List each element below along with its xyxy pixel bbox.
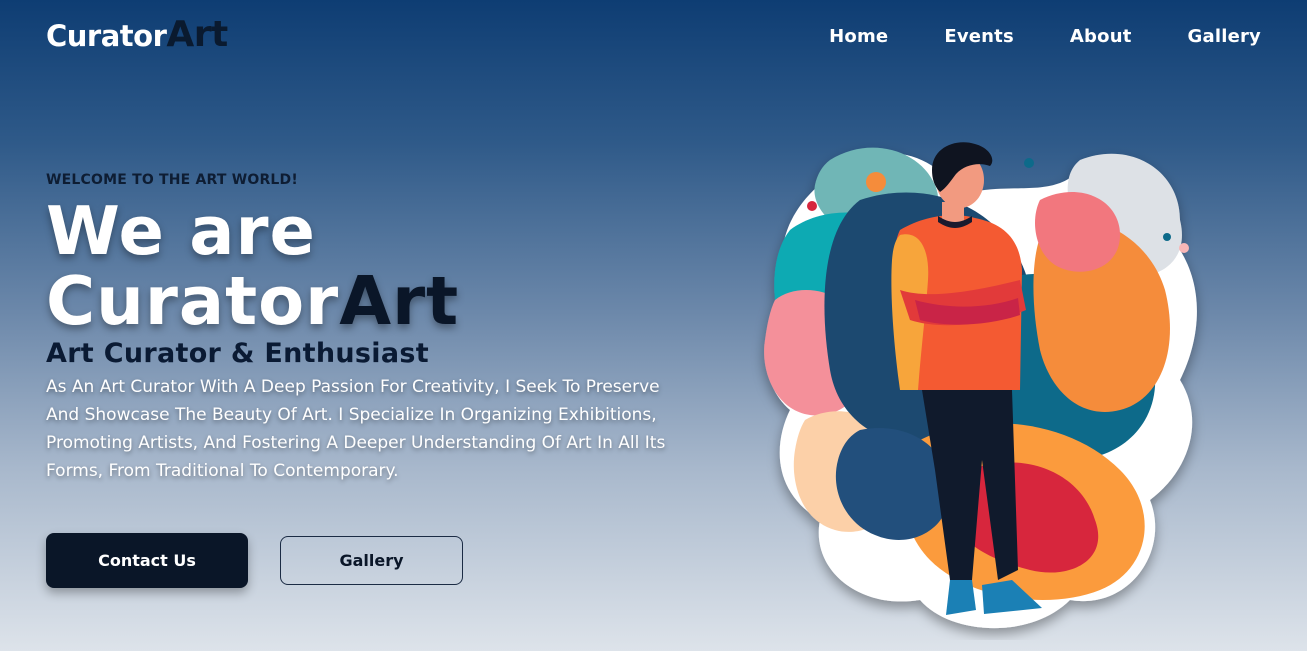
hero-section: WELCOME TO THE ART WORLD! We are Curator… [46, 172, 686, 485]
decor-dot [1163, 233, 1171, 241]
nav-link-events[interactable]: Events [944, 26, 1014, 47]
main-nav: Home Events About Gallery [829, 26, 1261, 47]
man-with-colorful-abstract-shapes-illustration [764, 142, 1197, 629]
nav-link-home[interactable]: Home [829, 26, 888, 47]
hero-headline: We are CuratorArt [46, 196, 686, 336]
brand-logo-part1: Curator [46, 19, 167, 53]
hero-subtitle: Art Curator & Enthusiast [46, 338, 429, 369]
contact-us-button[interactable]: Contact Us [46, 533, 248, 588]
hero-headline-line2-part1: Curator [46, 262, 340, 340]
brand-logo-part2: Art [166, 14, 228, 55]
hero-buttons: Contact Us Gallery [46, 533, 463, 588]
nav-link-gallery[interactable]: Gallery [1188, 26, 1261, 47]
decor-dot [807, 201, 817, 211]
gallery-button[interactable]: Gallery [280, 536, 463, 585]
hero-headline-line2-part2: Art [339, 262, 460, 340]
brand-logo[interactable]: CuratorArt [46, 14, 228, 55]
decor-dot [866, 172, 886, 192]
decor-dot [1024, 158, 1034, 168]
navbar: CuratorArt Home Events About Gallery [0, 0, 1307, 78]
decor-dot [1179, 243, 1189, 253]
hero-description: As An Art Curator With A Deep Passion Fo… [46, 377, 666, 481]
hero-headline-line1: We are [46, 192, 316, 270]
hero-eyebrow: WELCOME TO THE ART WORLD! [46, 172, 298, 188]
nav-link-about[interactable]: About [1070, 26, 1132, 47]
